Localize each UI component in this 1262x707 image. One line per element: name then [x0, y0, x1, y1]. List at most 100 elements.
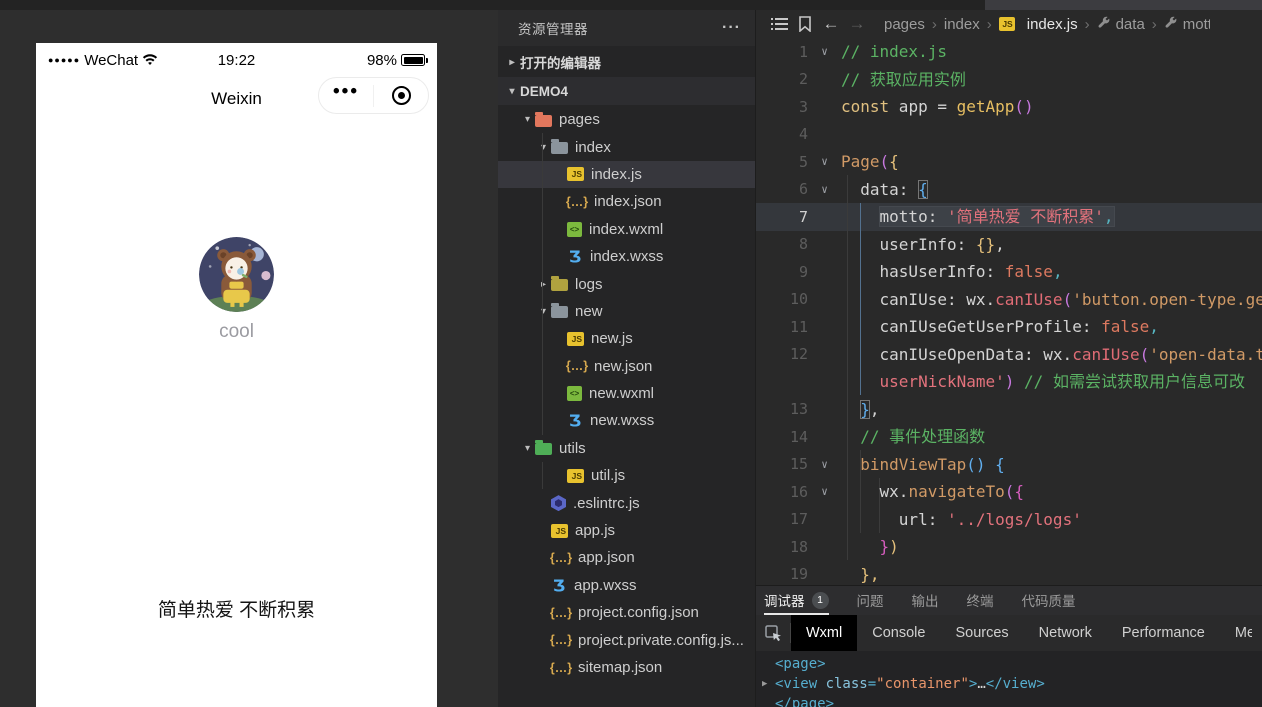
breadcrumb-item-data[interactable]: data [1097, 15, 1145, 33]
tree-item-index[interactable]: ▾index [498, 133, 755, 160]
fold-chevron-icon[interactable]: ∨ [808, 155, 841, 168]
wxml-node[interactable]: <page> [762, 654, 1262, 674]
motto-text[interactable]: 简单热爱 不断积累 [36, 595, 437, 622]
code-line[interactable]: 5∨Page({ [756, 148, 1262, 176]
tree-item-new.js[interactable]: JSnew.js [498, 325, 755, 352]
tree-item-logs[interactable]: ▸logs [498, 270, 755, 297]
code-line[interactable]: 9 hasUserInfo: false, [756, 258, 1262, 286]
outline-list-icon[interactable] [766, 13, 792, 35]
breadcrumb-label: motto [1183, 16, 1210, 33]
tree-item-utils[interactable]: ▾utils [498, 435, 755, 462]
wxml-token: = [868, 674, 876, 694]
code-line[interactable]: 16∨ wx.navigateTo({ [756, 478, 1262, 506]
code-text: // 事件处理函数 [841, 423, 985, 451]
code-editor[interactable]: 1∨// index.js2// 获取应用实例3const app = getA… [756, 38, 1262, 585]
code-line[interactable]: 3const app = getApp() [756, 93, 1262, 121]
tree-item-index.js[interactable]: JSindex.js [498, 161, 755, 188]
fold-chevron-icon[interactable]: ∨ [808, 45, 841, 58]
wxml-token: <page> [775, 654, 826, 674]
line-number: 1 [756, 43, 808, 61]
debugger-tab-问题[interactable]: 问题 [857, 590, 884, 615]
code-token: { [1014, 482, 1024, 501]
breadcrumb-item-index.js[interactable]: JSindex.js [999, 16, 1078, 33]
explorer-panel: 资源管理器 ··· ▸ 打开的编辑器 ▾ DEMO4 ▾pages▾indexJ… [498, 0, 755, 707]
battery-icon [401, 54, 425, 66]
debugger-tab-代码质量[interactable]: 代码质量 [1022, 590, 1076, 615]
code-line[interactable]: 7 motto: '简单热爱 不断积累', [756, 203, 1262, 231]
code-line[interactable]: 12 canIUseOpenData: wx.canIUse('open-dat… [756, 341, 1262, 369]
more-menu-button[interactable]: ••• [319, 87, 373, 105]
line-number: 5 [756, 153, 808, 171]
line-number: 13 [756, 400, 808, 418]
inspect-element-icon[interactable] [756, 615, 790, 651]
tree-item-new.wxss[interactable]: Ʒnew.wxss [498, 407, 755, 434]
tree-item-label: index.js [591, 166, 642, 183]
debugger-tab-输出[interactable]: 输出 [912, 590, 939, 615]
devtools-tab-Network[interactable]: Network [1024, 615, 1107, 651]
navigate-forward-icon[interactable]: → [844, 13, 870, 35]
tree-item-.eslintrc.js[interactable]: .eslintrc.js [498, 489, 755, 516]
devtools-tab-Memory[interactable]: Memory [1220, 615, 1252, 651]
fold-chevron-icon[interactable]: ∨ [808, 485, 841, 498]
indent-guide [542, 298, 543, 325]
code-line[interactable]: 4 [756, 121, 1262, 149]
more-actions-icon[interactable]: ··· [722, 19, 741, 37]
code-line[interactable]: 1∨// index.js [756, 38, 1262, 66]
fold-chevron-icon[interactable]: ∨ [808, 458, 841, 471]
code-line[interactable]: 8 userInfo: {}, [756, 231, 1262, 259]
tree-item-app.wxss[interactable]: Ʒapp.wxss [498, 572, 755, 599]
tree-item-new[interactable]: ▾new [498, 298, 755, 325]
target-circle-icon [392, 86, 411, 105]
tree-item-new.json[interactable]: {…}new.json [498, 353, 755, 380]
code-line[interactable]: 14 // 事件处理函数 [756, 423, 1262, 451]
tree-item-util.js[interactable]: JSutil.js [498, 462, 755, 489]
line-number: 9 [756, 263, 808, 281]
code-token: const [841, 97, 889, 116]
code-token: // index.js [841, 42, 947, 61]
breadcrumb-separator: › [1085, 16, 1090, 33]
devtools-tab-Wxml[interactable]: Wxml [791, 615, 857, 651]
tree-item-app.json[interactable]: {…}app.json [498, 544, 755, 571]
navigate-back-icon[interactable]: ← [818, 13, 844, 35]
breadcrumb-item-pages[interactable]: pages [884, 16, 925, 33]
tree-item-project.config.json[interactable]: {…}project.config.json [498, 599, 755, 626]
tree-item-index.json[interactable]: {…}index.json [498, 188, 755, 215]
section-project-root[interactable]: ▾ DEMO4 [498, 77, 755, 105]
breadcrumb-label: index.js [1027, 16, 1078, 33]
code-line[interactable]: 19 }, [756, 561, 1262, 586]
debugger-tab-终端[interactable]: 终端 [967, 590, 994, 615]
code-line[interactable]: 18 }) [756, 533, 1262, 561]
breadcrumb-item-motto[interactable]: motto [1164, 15, 1210, 33]
devtools-tab-Console[interactable]: Console [857, 615, 940, 651]
code-line[interactable]: 2// 获取应用实例 [756, 66, 1262, 94]
devtools-tab-Sources[interactable]: Sources [940, 615, 1023, 651]
fold-chevron-icon[interactable]: ∨ [808, 183, 841, 196]
code-line[interactable]: 10 canIUse: wx.canIUse('button.open-type… [756, 286, 1262, 314]
tree-item-sitemap.json[interactable]: {…}sitemap.json [498, 654, 755, 681]
breadcrumb-item-index[interactable]: index [944, 16, 980, 33]
wxml-node[interactable]: </page> [762, 694, 1262, 707]
tree-item-project.private.config.js...[interactable]: {…}project.private.config.js... [498, 626, 755, 653]
tree-item-index.wxss[interactable]: Ʒindex.wxss [498, 243, 755, 270]
code-line[interactable]: 13 }, [756, 396, 1262, 424]
code-line[interactable]: 15∨ bindViewTap() { [756, 451, 1262, 479]
exit-button[interactable] [374, 86, 428, 105]
code-line[interactable]: userNickName') // 如需尝试获取用户信息可改 [756, 368, 1262, 396]
code-token: { [889, 152, 899, 171]
file-icon-wxss: Ʒ [567, 411, 583, 430]
devtools-tab-Performance[interactable]: Performance [1107, 615, 1220, 651]
tree-item-new.wxml[interactable]: <>new.wxml [498, 380, 755, 407]
expand-arrow-icon[interactable]: ▶ [762, 674, 775, 694]
tree-item-app.js[interactable]: JSapp.js [498, 517, 755, 544]
folder-pages-icon [535, 115, 552, 127]
wxml-node[interactable]: ▶<view class="container">…</view> [762, 674, 1262, 694]
debugger-tab-调试器[interactable]: 调试器1 [764, 590, 829, 615]
code-line[interactable]: 11 canIUseGetUserProfile: false, [756, 313, 1262, 341]
bookmark-icon[interactable] [792, 13, 818, 35]
avatar[interactable] [199, 237, 274, 312]
code-line[interactable]: 17 url: '../logs/logs' [756, 506, 1262, 534]
code-line[interactable]: 6∨ data: { [756, 176, 1262, 204]
tree-item-pages[interactable]: ▾pages [498, 106, 755, 133]
tree-item-index.wxml[interactable]: <>index.wxml [498, 216, 755, 243]
section-open-editors[interactable]: ▸ 打开的编辑器 [498, 48, 755, 76]
